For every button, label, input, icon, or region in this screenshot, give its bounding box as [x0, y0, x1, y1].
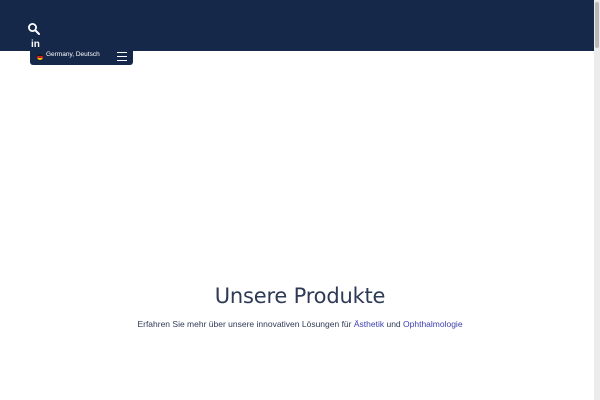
hamburger-menu-icon[interactable] [117, 52, 127, 62]
locale-label[interactable]: Germany, Deutsch [46, 51, 100, 58]
aesthetics-link[interactable]: Ästhetik [354, 319, 384, 329]
subtitle-text-prefix: Erfahren Sie mehr über unsere innovative… [137, 319, 354, 329]
locale-selector[interactable]: Germany, Deutsch [30, 48, 133, 65]
germany-flag-icon [37, 54, 43, 60]
ophthalmology-link[interactable]: Ophthalmologie [403, 319, 463, 329]
site-header: in [0, 0, 594, 51]
search-icon[interactable] [27, 22, 41, 36]
subtitle-text-middle: und [384, 319, 404, 329]
scrollbar-thumb[interactable] [595, 2, 599, 48]
hero-subtitle: Erfahren Sie mehr über unsere innovative… [0, 319, 600, 329]
scrollbar[interactable] [594, 0, 600, 400]
page-title: Unsere Produkte [214, 284, 386, 308]
